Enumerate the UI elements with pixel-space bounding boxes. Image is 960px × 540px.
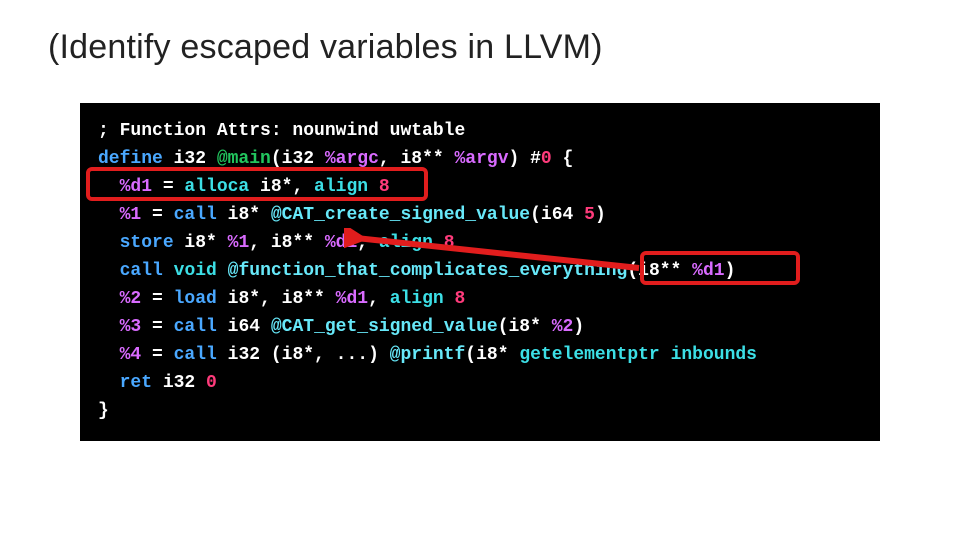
line-7: %2 = load i8*, i8** %d1, align 8 <box>98 289 465 309</box>
line-4: %1 = call i8* @CAT_create_signed_value(i… <box>98 205 606 225</box>
line-3: %d1 = alloca i8*, align 8 <box>98 177 390 197</box>
line-9: %4 = call i32 (i8*, ...) @printf(i8* get… <box>98 345 757 365</box>
slide-title: (Identify escaped variables in LLVM) <box>48 28 912 67</box>
line-8: %3 = call i64 @CAT_get_signed_value(i8* … <box>98 317 584 337</box>
slide: (Identify escaped variables in LLVM) ; F… <box>0 0 960 540</box>
line-6: call void @function_that_complicates_eve… <box>98 261 735 281</box>
line-1: ; Function Attrs: nounwind uwtable <box>98 121 465 141</box>
line-11: } <box>98 401 109 421</box>
line-5: store i8* %1, i8** %d1, align 8 <box>98 233 455 253</box>
line-2: define i32 @main(i32 %argc, i8** %argv) … <box>98 149 573 169</box>
line-10: ret i32 0 <box>98 373 217 393</box>
code-panel: ; Function Attrs: nounwind uwtable defin… <box>80 103 880 441</box>
code-block: ; Function Attrs: nounwind uwtable defin… <box>80 103 880 441</box>
